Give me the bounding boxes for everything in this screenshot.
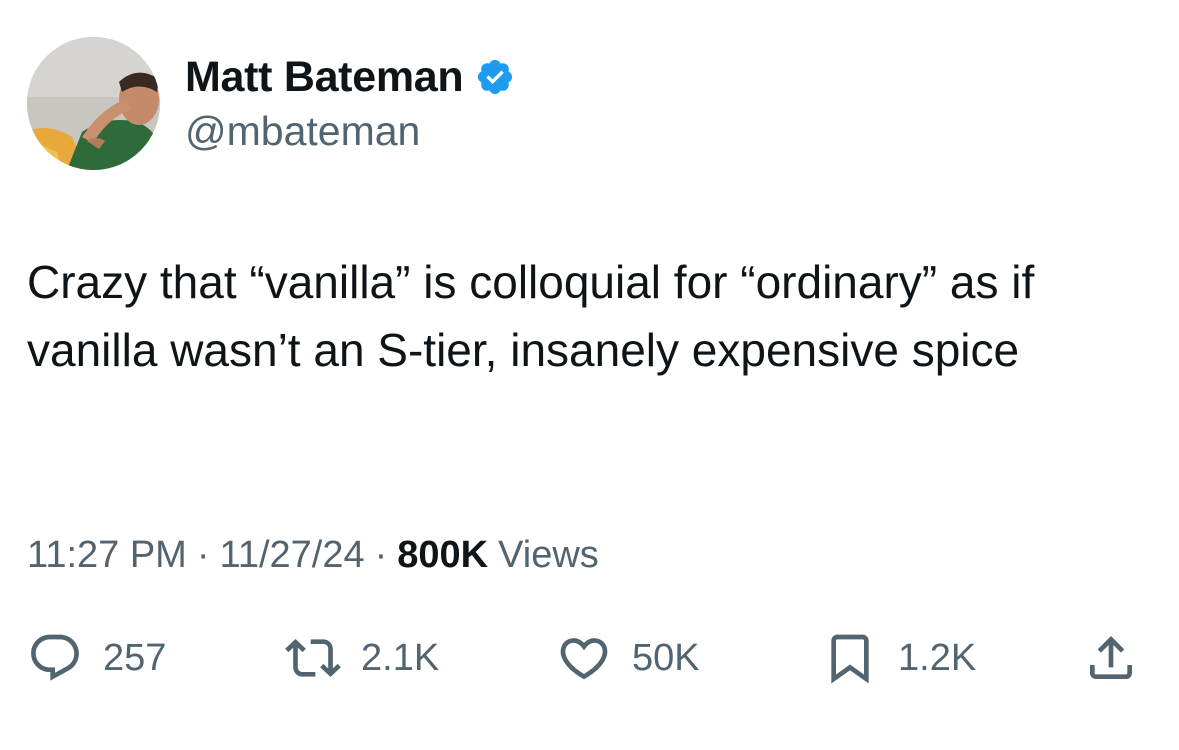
like-button[interactable]: 50K <box>556 627 700 689</box>
heart-icon <box>560 638 608 680</box>
retweet-count: 2.1K <box>361 637 440 679</box>
avatar-image <box>27 37 160 170</box>
share-button[interactable] <box>1083 627 1139 689</box>
tweet-text: Crazy that “vanilla” is colloquial for “… <box>27 256 1035 376</box>
bookmark-icon <box>831 634 869 684</box>
tweet-meta: 11:27 PM · 11/27/24 · 800K Views <box>27 529 599 581</box>
author-display-name[interactable]: Matt Bateman <box>185 52 464 102</box>
reply-icon <box>31 634 79 681</box>
bookmark-count: 1.2K <box>898 637 977 679</box>
bookmark-button[interactable]: 1.2K <box>822 627 976 689</box>
avatar[interactable] <box>27 37 160 170</box>
retweet-button[interactable]: 2.1K <box>285 627 439 689</box>
author-handle[interactable]: @mbateman <box>185 106 420 156</box>
views-count: 800K <box>397 534 489 576</box>
meta-separator: · <box>374 534 388 576</box>
meta-separator: · <box>196 534 210 576</box>
tweet-card: Matt Bateman @mbateman Crazy that “vanil… <box>0 0 1179 750</box>
share-icon <box>1090 636 1132 679</box>
like-count: 50K <box>632 637 700 679</box>
tweet-actions: 257 2.1K 50K 1.2K <box>0 627 1179 689</box>
retweet-icon <box>285 639 341 677</box>
verified-badge-icon <box>475 57 515 97</box>
views-label: Views <box>498 534 599 576</box>
author-name-row: Matt Bateman <box>185 52 515 102</box>
reply-count: 257 <box>103 637 167 679</box>
tweet-time[interactable]: 11:27 PM <box>27 529 187 581</box>
tweet-date[interactable]: 11/27/24 <box>220 529 365 581</box>
reply-button[interactable]: 257 <box>27 627 166 689</box>
